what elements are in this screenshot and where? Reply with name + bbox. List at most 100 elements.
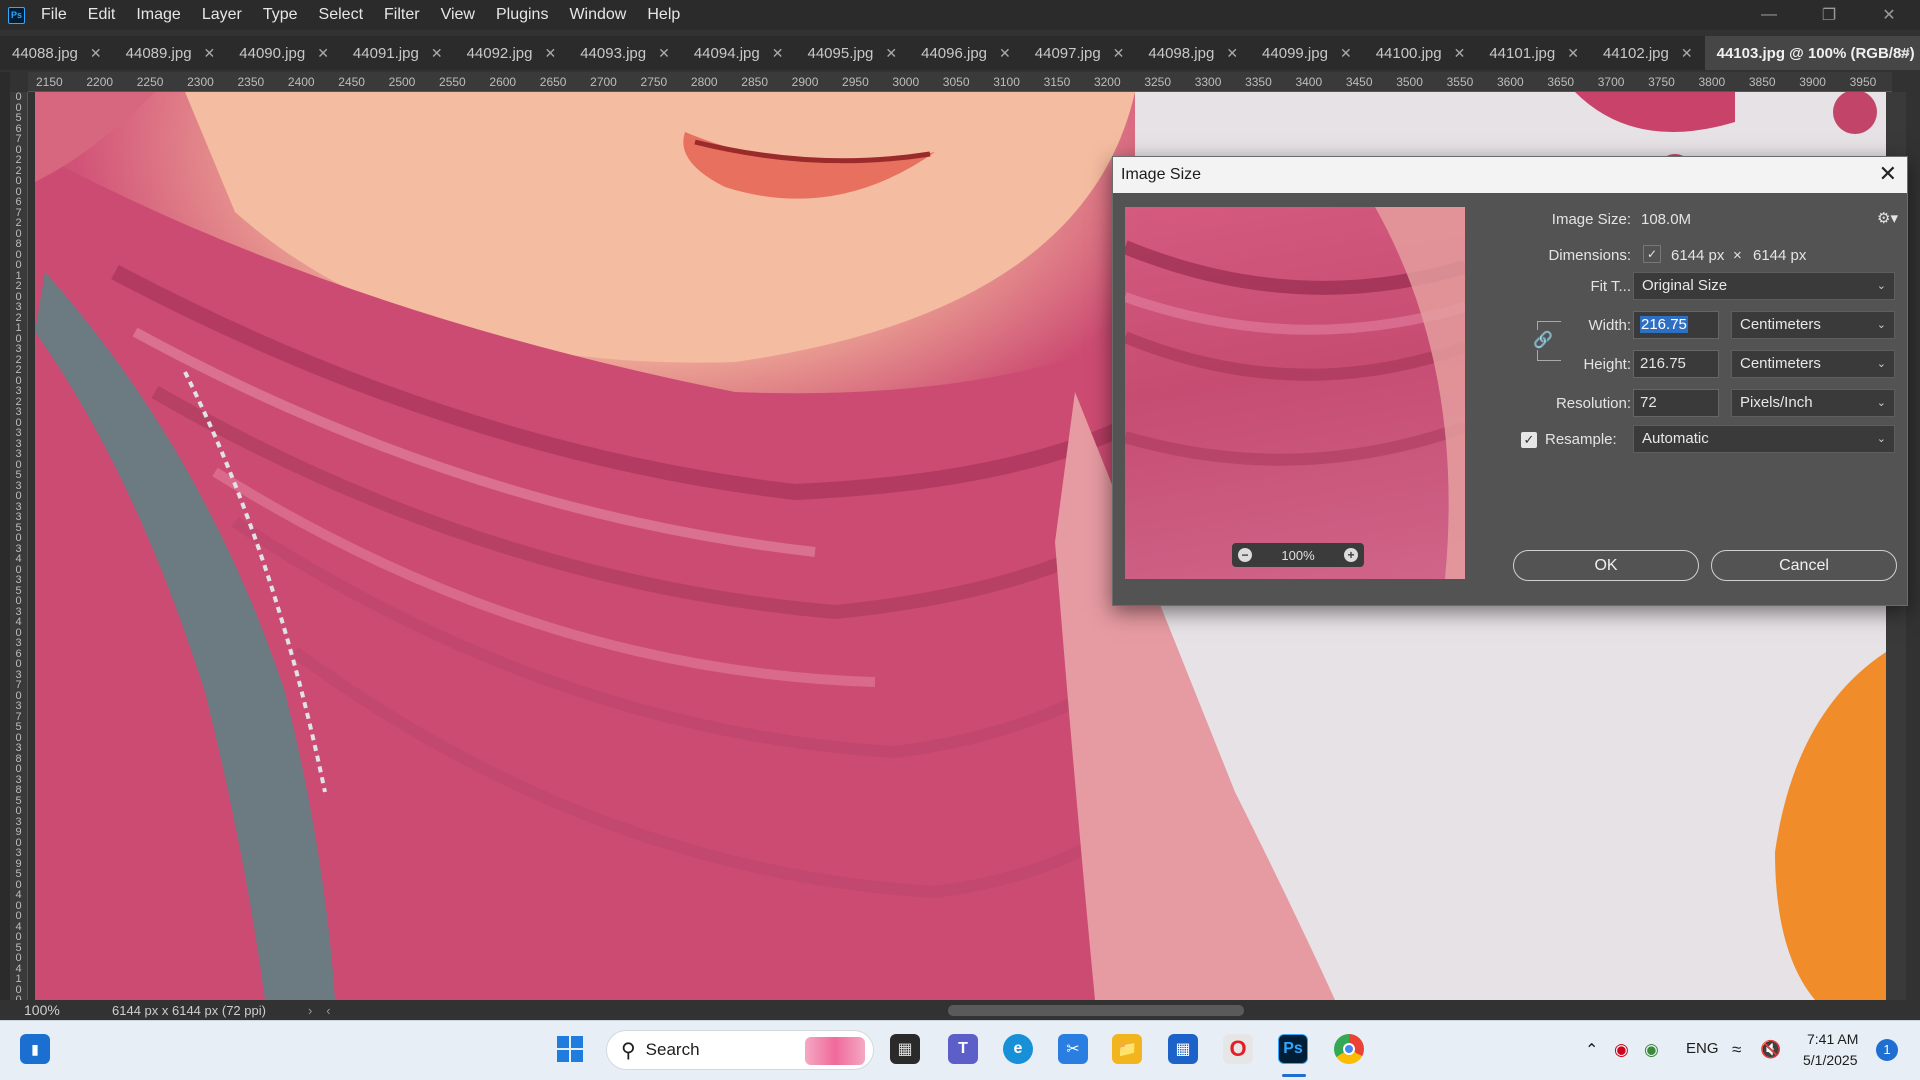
tab-44094[interactable]: 44094.jpg ✕ bbox=[682, 36, 796, 70]
clock-date[interactable]: 5/1/2025 bbox=[1803, 1052, 1858, 1068]
tab-44103-active[interactable]: 44103.jpg @ 100% (RGB/8#)✕ bbox=[1704, 36, 1920, 70]
close-tab-icon[interactable]: ✕ bbox=[1681, 45, 1693, 62]
close-tab-icon[interactable]: ✕ bbox=[1567, 45, 1579, 62]
network-globe-icon[interactable]: ◉ bbox=[1644, 1040, 1659, 1060]
dialog-title-bar[interactable]: Image Size ✕ bbox=[1113, 157, 1907, 193]
vertical-ruler[interactable]: 0056702200672080012032103220323033305303… bbox=[10, 92, 28, 1000]
ruler-tick-label: 3400 bbox=[1295, 75, 1323, 89]
snipping-tool-icon[interactable]: ✂ bbox=[1058, 1034, 1088, 1064]
tab-44102[interactable]: 44102.jpg ✕ bbox=[1591, 36, 1705, 70]
resolution-unit-select[interactable]: Pixels/Inch ⌄ bbox=[1731, 389, 1895, 417]
close-tab-icon[interactable]: ✕ bbox=[544, 45, 556, 62]
ok-button[interactable]: OK bbox=[1513, 550, 1699, 581]
status-expand-icon[interactable]: › bbox=[308, 1003, 312, 1018]
menu-help[interactable]: Help bbox=[647, 6, 680, 24]
scroll-left-icon[interactable]: ‹ bbox=[326, 1003, 330, 1018]
height-value: 216.75 bbox=[1640, 355, 1686, 372]
language-indicator[interactable]: ENG bbox=[1686, 1040, 1719, 1057]
cancel-button[interactable]: Cancel bbox=[1711, 550, 1897, 581]
tab-44097[interactable]: 44097.jpg ✕ bbox=[1023, 36, 1137, 70]
widgets-icon[interactable]: ▮ bbox=[20, 1034, 50, 1064]
close-tab-icon[interactable]: ✕ bbox=[885, 45, 897, 62]
gear-icon[interactable]: ⚙▾ bbox=[1877, 209, 1898, 227]
menu-edit[interactable]: Edit bbox=[88, 6, 116, 24]
restore-icon[interactable]: ❐ bbox=[1806, 0, 1852, 30]
menu-select[interactable]: Select bbox=[319, 6, 363, 24]
menu-window[interactable]: Window bbox=[569, 6, 626, 24]
close-tab-icon[interactable]: ✕ bbox=[204, 45, 216, 62]
tab-44101[interactable]: 44101.jpg ✕ bbox=[1477, 36, 1591, 70]
tab-44099[interactable]: 44099.jpg ✕ bbox=[1250, 36, 1364, 70]
menu-file[interactable]: File bbox=[41, 6, 67, 24]
tab-label: 44092.jpg bbox=[466, 44, 533, 62]
photoshop-taskbar-icon[interactable]: Ps bbox=[1278, 1034, 1308, 1064]
close-tab-icon[interactable]: ✕ bbox=[317, 45, 329, 62]
notification-badge[interactable]: 1 bbox=[1876, 1039, 1898, 1061]
start-windows-icon[interactable] bbox=[555, 1034, 585, 1064]
tab-label: 44100.jpg bbox=[1375, 44, 1442, 62]
close-window-icon[interactable]: ✕ bbox=[1866, 0, 1912, 30]
clock-time[interactable]: 7:41 AM bbox=[1807, 1031, 1858, 1047]
resample-method-select[interactable]: Automatic ⌄ bbox=[1633, 425, 1895, 453]
menu-type[interactable]: Type bbox=[263, 6, 298, 24]
ruler-tick-label: 2650 bbox=[539, 75, 567, 89]
menu-image[interactable]: Image bbox=[136, 6, 180, 24]
close-tab-icon[interactable]: ✕ bbox=[1226, 45, 1238, 62]
teams-icon[interactable]: T bbox=[948, 1034, 978, 1064]
close-tab-icon[interactable]: ✕ bbox=[658, 45, 670, 62]
height-unit-select[interactable]: Centimeters ⌄ bbox=[1731, 350, 1895, 378]
menu-layer[interactable]: Layer bbox=[202, 6, 242, 24]
width-unit-select[interactable]: Centimeters ⌄ bbox=[1731, 311, 1895, 339]
opera-icon[interactable]: O bbox=[1223, 1034, 1253, 1064]
tab-44098[interactable]: 44098.jpg ✕ bbox=[1136, 36, 1250, 70]
more-tabs-chevron-icon[interactable]: » bbox=[1900, 36, 1910, 70]
width-input[interactable]: 216.75 bbox=[1633, 311, 1719, 339]
tab-44095[interactable]: 44095.jpg ✕ bbox=[795, 36, 909, 70]
show-hidden-icons-chevron-icon[interactable]: ⌃ bbox=[1585, 1040, 1598, 1060]
resolution-input[interactable]: 72 bbox=[1633, 389, 1719, 417]
height-input[interactable]: 216.75 bbox=[1633, 350, 1719, 378]
resample-checkbox[interactable]: ✓ bbox=[1521, 432, 1537, 448]
dimensions-units-dropdown-icon[interactable]: ✓ bbox=[1643, 245, 1661, 263]
close-tab-icon[interactable]: ✕ bbox=[431, 45, 443, 62]
close-tab-icon[interactable]: ✕ bbox=[772, 45, 784, 62]
close-tab-icon[interactable]: ✕ bbox=[90, 45, 102, 62]
edge-icon[interactable]: e bbox=[1003, 1034, 1033, 1064]
tab-44089[interactable]: 44089.jpg ✕ bbox=[114, 36, 228, 70]
zoom-in-icon[interactable]: + bbox=[1344, 548, 1358, 562]
horizontal-ruler[interactable]: 2150 2200 2250 2300 2350 2400 2450 2500 2550 2600… bbox=[28, 72, 1892, 92]
menu-filter[interactable]: Filter bbox=[384, 6, 420, 24]
microsoft-store-icon[interactable]: ▦ bbox=[1168, 1034, 1198, 1064]
tab-44093[interactable]: 44093.jpg ✕ bbox=[568, 36, 682, 70]
fit-to-select[interactable]: Original Size ⌄ bbox=[1633, 272, 1895, 300]
vpn-icon[interactable]: ◉ bbox=[1614, 1040, 1629, 1060]
close-tab-icon[interactable]: ✕ bbox=[1454, 45, 1466, 62]
tab-44088[interactable]: 44088.jpg ✕ bbox=[0, 36, 114, 70]
tab-44090[interactable]: 44090.jpg ✕ bbox=[227, 36, 341, 70]
chrome-icon[interactable] bbox=[1334, 1034, 1364, 1064]
file-explorer-icon[interactable]: 📁 bbox=[1112, 1034, 1142, 1064]
tab-44091[interactable]: 44091.jpg ✕ bbox=[341, 36, 455, 70]
zoom-out-icon[interactable]: − bbox=[1238, 548, 1252, 562]
close-tab-icon[interactable]: ✕ bbox=[1113, 45, 1125, 62]
menu-plugins[interactable]: Plugins bbox=[496, 6, 548, 24]
close-tab-icon[interactable]: ✕ bbox=[1340, 45, 1352, 62]
wifi-icon[interactable]: ≈ bbox=[1732, 1040, 1741, 1060]
link-chain-icon[interactable]: 🔗 bbox=[1533, 330, 1553, 350]
tab-44096[interactable]: 44096.jpg ✕ bbox=[909, 36, 1023, 70]
task-view-icon[interactable]: ▦ bbox=[890, 1034, 920, 1064]
horizontal-scrollbar-thumb[interactable] bbox=[948, 1005, 1244, 1016]
tab-44092[interactable]: 44092.jpg ✕ bbox=[455, 36, 569, 70]
taskbar-search-input[interactable]: ⚲ Search bbox=[606, 1030, 874, 1070]
zoom-level[interactable]: 100% bbox=[24, 1002, 112, 1018]
tab-44100[interactable]: 44100.jpg ✕ bbox=[1364, 36, 1478, 70]
volume-muted-icon[interactable]: 🔇 bbox=[1760, 1040, 1781, 1060]
close-tab-icon[interactable]: ✕ bbox=[999, 45, 1011, 62]
minimize-icon[interactable]: — bbox=[1746, 0, 1792, 30]
image-preview[interactable]: − 100% + bbox=[1125, 207, 1465, 579]
close-icon[interactable]: ✕ bbox=[1879, 161, 1897, 187]
tab-label: 44088.jpg bbox=[12, 44, 78, 62]
ruler-tick-label: 3800 bbox=[1698, 75, 1726, 89]
menu-view[interactable]: View bbox=[441, 6, 475, 24]
ruler-tick-label: 2150 bbox=[36, 75, 63, 89]
